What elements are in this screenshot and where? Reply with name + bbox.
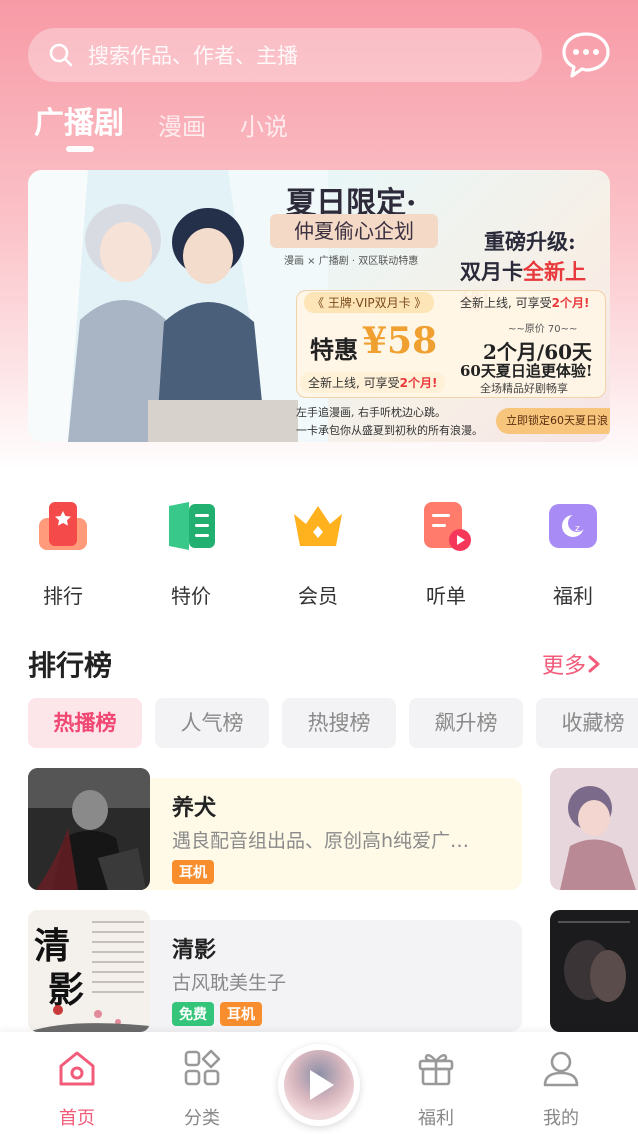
nav-label: 我的 <box>543 1108 579 1129</box>
ranking-more-link[interactable]: 更多 <box>542 648 602 680</box>
now-playing-button[interactable] <box>278 1044 360 1126</box>
search-icon <box>49 43 73 67</box>
search-placeholder: 搜索作品、作者、主播 <box>88 44 298 68</box>
banner-vip-label: 《 王牌·VIP双月卡 》 <box>304 292 435 313</box>
nav-category[interactable]: 分类 <box>162 1048 242 1130</box>
banner-price-label: 特惠 <box>310 335 358 364</box>
tag-headphone: 耳机 <box>220 1002 262 1026</box>
tab-novels[interactable]: 小说 <box>240 107 288 142</box>
chip-hot-play[interactable]: 热播榜 <box>28 698 142 748</box>
nav-welfare[interactable]: 福利 <box>396 1048 476 1130</box>
quick-entry-welfare[interactable]: z 福利 <box>528 498 618 609</box>
quick-entry-label: 排行 <box>43 584 83 608</box>
nav-label: 福利 <box>418 1108 454 1129</box>
playlist-icon <box>424 502 471 551</box>
chip-favorites[interactable]: 收藏榜 <box>536 698 638 748</box>
ranking-chips: 热播榜 人气榜 热搜榜 飙升榜 收藏榜 <box>28 698 638 748</box>
ranking-item-title: 养犬 <box>172 796 217 821</box>
user-icon <box>543 1051 579 1087</box>
ranking-item-cover <box>28 768 150 890</box>
quick-entry-label: 会员 <box>298 584 338 608</box>
banner-days-line: 60天夏日追更体验! <box>460 362 593 380</box>
quick-entry-membership[interactable]: 会员 <box>273 498 363 609</box>
home-icon <box>59 1051 95 1086</box>
ranking-item-cover: 清 影 <box>28 910 150 1032</box>
ranking-title: 排行榜 <box>28 649 113 682</box>
chat-bubble-icon[interactable] <box>560 30 612 80</box>
chip-rising[interactable]: 飙升榜 <box>409 698 523 748</box>
svg-text:清: 清 <box>34 925 70 967</box>
tab-radio-drama[interactable]: 广播剧 <box>34 98 124 142</box>
banner-new-line-top: 全新上线, 可享受2个月! <box>460 296 590 310</box>
quick-entry-row: 排行 特价 会员 听单 z 福利 <box>0 498 638 608</box>
search-bar[interactable]: 搜索作品、作者、主播 <box>28 28 542 82</box>
next-column-cover[interactable] <box>550 768 638 890</box>
banner-subtitle: 漫画 × 广播剧 · 双区联动特惠 <box>284 256 419 267</box>
tag-headphone: 耳机 <box>172 860 214 884</box>
banner-upgrade-heading: 重磅升级: <box>484 229 576 254</box>
ranking-item-tags: 免费 耳机 <box>172 1002 268 1026</box>
book-discount-icon <box>169 502 215 550</box>
nav-label: 分类 <box>184 1108 220 1129</box>
ranking-item[interactable]: 清 影 清影 古风耽美生子 免费 耳机 <box>28 910 522 1032</box>
more-label: 更多 <box>542 654 587 679</box>
svg-text:影: 影 <box>48 969 84 1011</box>
quick-entry-ranking[interactable]: 排行 <box>18 498 108 609</box>
ranking-item-title: 清影 <box>172 938 217 963</box>
crown-icon <box>294 506 342 546</box>
promo-banner[interactable]: 夏日限定· 仲夏偷心企划 漫画 × 广播剧 · 双区联动特惠 重磅升级: 双月卡… <box>28 170 610 442</box>
now-playing-cover <box>284 1050 354 1120</box>
ranking-item-description: 古风耽美生子 <box>172 972 287 994</box>
content-tabs: 广播剧 漫画 小说 <box>34 98 322 142</box>
banner-price: ¥58 <box>362 320 438 362</box>
chevron-right-icon <box>588 655 600 673</box>
quick-entry-label: 福利 <box>553 584 593 608</box>
quick-entry-label: 听单 <box>426 584 466 608</box>
nav-home[interactable]: 首页 <box>37 1048 117 1130</box>
moon-gift-icon: z <box>549 504 597 548</box>
quick-entry-label: 特价 <box>171 584 211 608</box>
nav-label: 首页 <box>59 1108 95 1129</box>
tag-free: 免费 <box>172 1002 214 1026</box>
svg-text:z: z <box>575 524 580 534</box>
category-icon <box>184 1049 221 1086</box>
gift-icon <box>418 1054 454 1086</box>
active-tab-indicator <box>66 146 94 152</box>
chip-popularity[interactable]: 人气榜 <box>155 698 269 748</box>
banner-new-line-bottom: 全新上线, 可享受2个月! <box>300 372 446 393</box>
nav-profile[interactable]: 我的 <box>521 1048 601 1130</box>
banner-illustration <box>28 170 328 442</box>
banner-cta-button[interactable]: 立即锁定60天夏日浪 <box>496 408 610 434</box>
banner-footnote-1: 左手追漫画, 右手听枕边心跳。 <box>296 406 446 419</box>
banner-original-price: ~~原价 70~~ <box>508 324 578 335</box>
banner-all-line: 全场精品好剧畅享 <box>480 382 568 395</box>
banner-ribbon: 仲夏偷心企划 <box>270 214 438 248</box>
ranking-item-description: 遇良配音组出品、原创高h纯爱广… <box>172 830 470 852</box>
next-column-cover[interactable] <box>550 910 638 1032</box>
play-icon <box>310 1070 334 1100</box>
tab-comics[interactable]: 漫画 <box>158 107 206 142</box>
chip-hot-search[interactable]: 热搜榜 <box>282 698 396 748</box>
quick-entry-playlist[interactable]: 听单 <box>401 498 491 609</box>
ranking-item[interactable]: 养犬 遇良配音组出品、原创高h纯爱广… 耳机 <box>28 768 522 890</box>
ranking-icon <box>39 502 87 550</box>
quick-entry-discount[interactable]: 特价 <box>146 498 236 609</box>
ranking-item-tags: 耳机 <box>172 860 220 884</box>
banner-footnote-2: 一卡承包你从盛夏到初秋的所有浪漫。 <box>296 424 483 437</box>
